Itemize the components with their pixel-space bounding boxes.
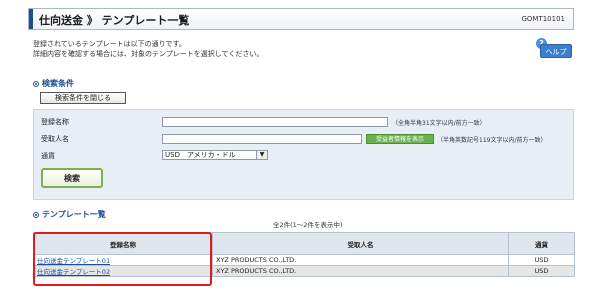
column-header-reg-name: 登録名称 [33,232,213,255]
table-row[interactable]: 仕向送金テンプレート02 XYZ PRODUCTS CO.,LTD. USD [33,265,575,277]
template-name-link[interactable]: 仕向送金テンプレート02 [33,265,213,277]
template-table: 登録名称 受取人名 通貨 仕向送金テンプレート01 XYZ PRODUCTS C… [33,232,575,277]
column-header-currency: 通貨 [508,232,575,255]
search-section-title: 検索条件 [33,78,74,89]
screen-code: GOMT10101 [521,15,565,23]
table-row[interactable]: 仕向送金テンプレート01 XYZ PRODUCTS CO.,LTD. USD [33,254,575,266]
help-button[interactable]: ヘルプ [540,44,572,58]
reg-name-hint: （全角半角31文字以内/前方一致） [392,120,486,127]
description-line-1: 登録されているテンプレートは以下の通りです。 [33,40,186,48]
result-count: 全2件(1〜2件を表示中) [273,221,343,229]
currency-select[interactable]: USD アメリカ・ドル ▼ [162,150,268,160]
currency-cell: USD [508,254,575,266]
reg-name-input[interactable] [162,117,388,127]
section-bullet-icon [33,80,39,87]
currency-cell: USD [508,265,575,277]
page-description: 登録されているテンプレートは以下の通りです。 詳細内容を確認する場合には、対象の… [33,39,263,59]
section-bullet-icon [33,211,39,218]
column-header-recipient: 受取人名 [212,232,509,255]
list-section-label: テンプレート一覧 [42,210,106,219]
reg-name-label: 登録名称 [41,118,69,126]
page-title: 仕向送金 》 テンプレート一覧 [39,14,190,27]
search-section-label: 検索条件 [42,79,74,88]
currency-label: 通貨 [41,152,55,160]
recipient-cell: XYZ PRODUCTS CO.,LTD. [212,265,509,277]
close-search-button[interactable]: 検索条件を閉じる [40,92,126,104]
description-line-2: 詳細内容を確認する場合には、対象のテンプレートを選択してください。 [33,50,264,58]
page-header: 仕向送金 》 テンプレート一覧 GOMT10101 [28,8,574,30]
list-section-title: テンプレート一覧 [33,209,106,220]
recipient-label: 受取人名 [41,135,69,143]
search-button[interactable]: 検索 [41,168,103,188]
header-accent-bar [29,9,33,29]
template-name-link[interactable]: 仕向送金テンプレート01 [33,254,213,266]
currency-selected-value: USD アメリカ・ドル [165,151,236,159]
chevron-down-icon[interactable]: ▼ [256,151,267,159]
recipient-input[interactable] [162,134,362,144]
show-beneficiary-button[interactable]: 受益者情報を表示 [366,134,434,144]
table-header-row: 登録名称 受取人名 通貨 [33,232,575,255]
recipient-hint: （半角英数記号119文字以内/前方一致） [437,137,547,144]
recipient-cell: XYZ PRODUCTS CO.,LTD. [212,254,509,266]
